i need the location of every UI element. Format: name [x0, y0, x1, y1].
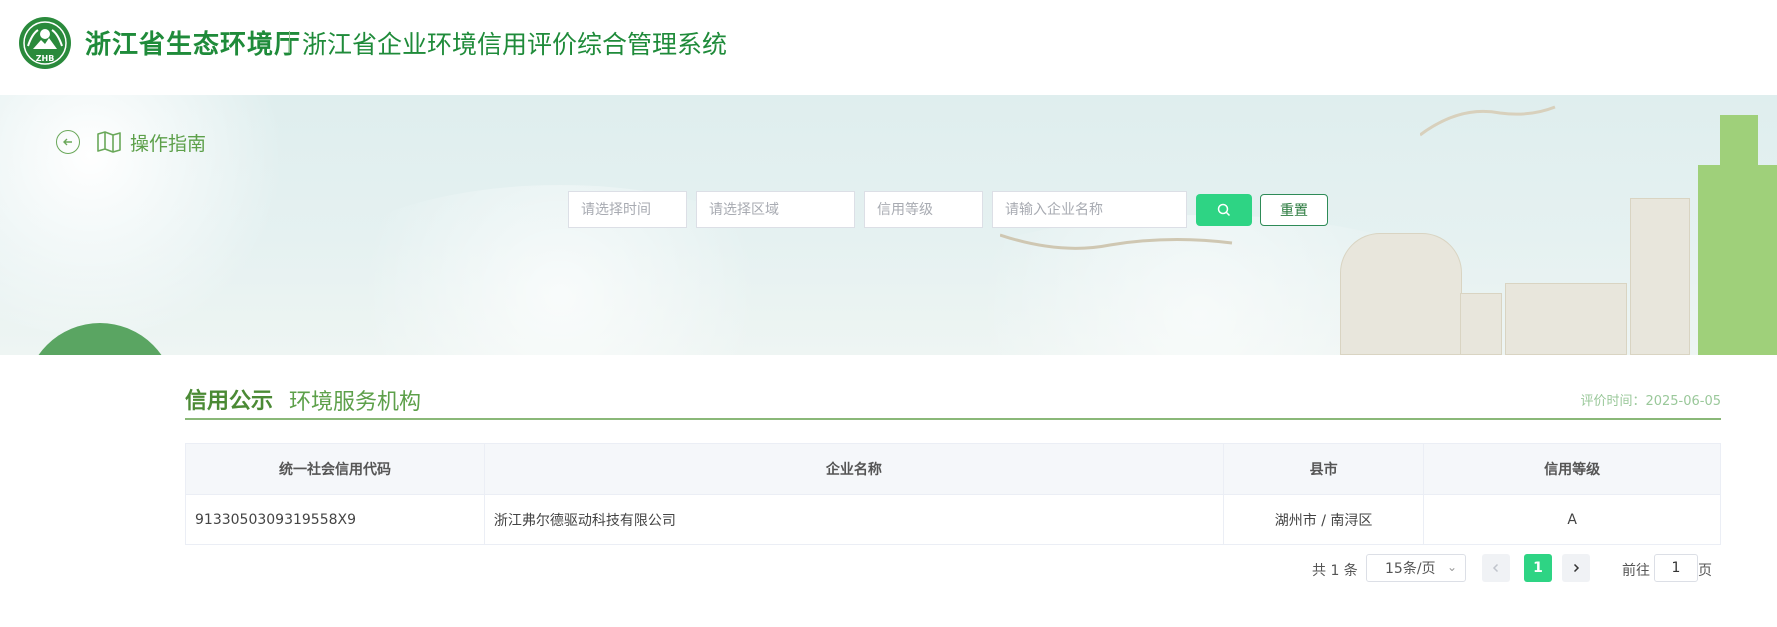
svg-text:ZHB: ZHB [36, 54, 55, 63]
cell-county: 湖州市 / 南浔区 [1222, 494, 1425, 545]
section-underline [185, 418, 1721, 420]
column-header-company-name: 企业名称 [483, 443, 1224, 495]
building [1505, 283, 1627, 355]
cell-credit-code: 9133050309319558X9 [185, 494, 485, 545]
evaluation-time: 评价时间：2025-06-05 [1580, 394, 1721, 409]
chevron-left-icon [1492, 563, 1499, 573]
page-unit-label: 页 [1698, 563, 1712, 579]
cell-credit-level: A [1423, 494, 1721, 545]
credit-level-select[interactable] [864, 191, 983, 228]
search-button[interactable] [1196, 194, 1252, 226]
section-title: 信用公示 [185, 389, 274, 414]
chevron-down-icon: ⌄ [1446, 560, 1457, 574]
department-name: 浙江省生态环境厅 [85, 30, 302, 60]
page-size-select[interactable]: 15条/页 ⌄ [1366, 554, 1466, 582]
arrow-left-icon [63, 138, 72, 146]
map-icon [97, 131, 121, 153]
guide-label: 操作指南 [130, 132, 207, 155]
table-header-row: 统一社会信用代码 企业名称 县市 信用等级 [185, 443, 1721, 495]
table-row[interactable]: 9133050309319558X9 浙江弗尔德驱动科技有限公司 湖州市 / 南… [185, 494, 1721, 545]
column-header-credit-code: 统一社会信用代码 [185, 443, 485, 495]
app-header: ZHB 浙江省生态环境厅 浙江省企业环境信用评价综合管理系统 [0, 0, 1777, 95]
credit-table: 统一社会信用代码 企业名称 县市 信用等级 9133050309319558X9… [185, 443, 1721, 545]
hero-banner: 操作指南 重置 [0, 95, 1777, 355]
page-size-label: 15条/页 [1385, 561, 1436, 577]
goto-label: 前往 [1622, 563, 1650, 579]
section-subtitle: 环境服务机构 [289, 390, 422, 415]
next-page-button[interactable] [1562, 554, 1590, 582]
reset-button[interactable]: 重置 [1260, 194, 1328, 226]
bird-illustration [1000, 233, 1233, 250]
bird-illustration [1420, 105, 1556, 137]
company-name-input[interactable] [992, 191, 1187, 228]
cell-company-name: 浙江弗尔德驱动科技有限公司 [483, 494, 1224, 545]
column-header-credit-level: 信用等级 [1423, 443, 1721, 495]
zhb-logo-icon: ZHB [19, 17, 71, 69]
header-divider [289, 31, 290, 53]
building [1340, 233, 1462, 355]
page-number-button[interactable]: 1 [1524, 554, 1552, 582]
building [1460, 293, 1502, 355]
building [1630, 198, 1690, 355]
chevron-right-icon [1573, 563, 1580, 573]
region-select[interactable] [696, 191, 855, 228]
prev-page-button[interactable] [1482, 554, 1510, 582]
system-title: 浙江省企业环境信用评价综合管理系统 [302, 30, 728, 59]
search-icon [1217, 203, 1231, 217]
goto-page-input[interactable] [1654, 554, 1698, 582]
column-header-county: 县市 [1222, 443, 1425, 495]
green-tower [1720, 115, 1758, 355]
time-select[interactable] [568, 191, 687, 228]
operation-guide-link[interactable]: 操作指南 [96, 129, 206, 155]
back-button[interactable] [56, 130, 80, 154]
pagination-total: 共 1 条 [1312, 563, 1358, 579]
